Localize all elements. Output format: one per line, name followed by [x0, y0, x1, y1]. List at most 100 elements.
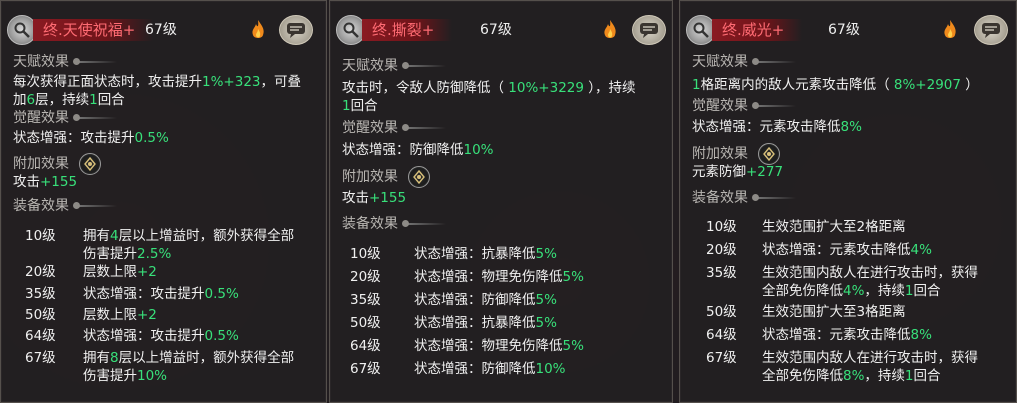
equip-effect: 状态增强：物理免伤降低5% — [414, 268, 584, 286]
skill-panel-3: 终.威光+ 67级 天赋效果 1格距离内的敌人元素攻击降低（ 8%+2907 ）… — [679, 0, 1017, 403]
skill-panel-2: 终.撕裂+ 67级 天赋效果 攻击时，令敌人防御降低（ 10%+3229 ），持… — [329, 0, 673, 403]
skill-level: 67级 — [145, 22, 177, 38]
text-segment: 加 — [13, 92, 27, 108]
text-segment: 攻击 — [342, 190, 369, 206]
text-segment: 生效范围内敌人在进行攻击时，获得 — [762, 265, 978, 281]
skill-panel-1: 终.天使祝福+ 67级 天赋效果 每次获得正面状态时，攻击提升1%+323，可叠… — [0, 0, 327, 403]
value-highlight: 1%+323 — [202, 74, 261, 90]
value-highlight: 0.5% — [134, 130, 169, 146]
equip-effect: 状态增强：攻击提升0.5% — [83, 327, 239, 345]
flame-icon — [604, 20, 616, 38]
equip-effect: 全部免伤降低8%，持续1回合 — [762, 367, 941, 385]
panel-header: 终.撕裂+ 67级 — [336, 9, 666, 49]
equip-effect: 生效范围内敌人在进行攻击时，获得 — [762, 264, 978, 282]
attribute-icon — [79, 153, 101, 175]
equip-effect: 层数上限+2 — [83, 263, 157, 281]
awaken-section-title: 觉醒效果 — [342, 119, 446, 137]
text-segment: 状态增强：物理免伤降低 — [414, 338, 563, 354]
value-highlight: +277 — [746, 164, 784, 180]
text-segment: 层数上限 — [83, 264, 137, 280]
text-segment: 格距离内的敌人元素攻击降低（ — [700, 77, 894, 93]
equip-effect: 全部免伤降低4%，持续1回合 — [762, 282, 941, 300]
equip-level: 10级 — [706, 219, 737, 235]
chat-icon[interactable] — [632, 15, 666, 45]
value-highlight: 8%+2907 — [893, 77, 961, 93]
extra-effect: 元素防御+277 — [692, 163, 783, 181]
equip-level: 35级 — [350, 292, 381, 308]
text-segment: 回合 — [350, 98, 378, 114]
skill-level: 67级 — [480, 22, 512, 38]
extra-section-title: 附加效果 — [13, 153, 101, 175]
equip-level: 64级 — [706, 327, 737, 343]
value-highlight: 1 — [342, 98, 351, 114]
skill-level: 67级 — [828, 22, 860, 38]
text-segment: 层数上限 — [83, 307, 137, 323]
value-highlight: 5% — [562, 338, 584, 354]
text-segment: 拥有 — [83, 350, 110, 366]
text-segment: 层，持续 — [35, 92, 90, 108]
text-segment: 状态增强：抗暴降低 — [414, 315, 536, 331]
equip-effect: 生效范围扩大至3格距离 — [762, 303, 906, 321]
skill-name: 终.威光+ — [712, 19, 803, 41]
equip-section-title: 装备效果 — [342, 215, 446, 233]
flame-icon — [944, 20, 956, 38]
equip-level: 20级 — [25, 264, 56, 280]
equip-effect: 拥有4层以上增益时，额外获得全部 — [83, 227, 294, 245]
panel-header: 终.天使祝福+ 67级 — [7, 9, 320, 49]
equip-effect: 生效范围扩大至2格距离 — [762, 218, 906, 236]
equip-effect: 状态增强：抗暴降低5% — [414, 245, 557, 263]
value-highlight: +2 — [137, 307, 157, 323]
value-highlight: 0.5% — [204, 286, 239, 302]
flame-icon — [252, 20, 264, 38]
chat-icon[interactable] — [974, 15, 1008, 45]
value-highlight: 1 — [904, 283, 914, 299]
value-highlight: +155 — [40, 174, 78, 190]
equip-effect: 状态增强：物理免伤降低5% — [414, 337, 584, 355]
value-highlight: 10% — [137, 368, 168, 384]
awaken-section-title: 觉醒效果 — [692, 97, 796, 115]
equip-effect: 状态增强：防御降低10% — [414, 360, 566, 378]
value-highlight: 2.5% — [137, 246, 172, 262]
text-segment: 状态增强：防御降低 — [414, 292, 536, 308]
text-segment: 状态增强：攻击提升 — [13, 130, 135, 146]
value-highlight: 5% — [535, 246, 557, 262]
equip-level: 50级 — [25, 307, 56, 323]
value-highlight: +2 — [137, 264, 157, 280]
talent-section-title: 天赋效果 — [13, 53, 117, 71]
value-highlight: 1 — [904, 368, 914, 384]
value-highlight: 10% — [463, 142, 494, 158]
value-highlight: 8% — [840, 119, 862, 135]
value-highlight: 6 — [26, 92, 36, 108]
extra-effect: 攻击+155 — [13, 173, 77, 191]
equip-level: 50级 — [350, 315, 381, 331]
equip-level: 50级 — [706, 304, 737, 320]
text-segment: 状态增强：元素攻击降低 — [762, 327, 911, 343]
attribute-icon — [408, 166, 430, 188]
attribute-icon — [758, 143, 780, 165]
text-segment: 元素防御 — [692, 164, 746, 180]
chat-icon[interactable] — [279, 15, 313, 45]
talent-line: 攻击时，令敌人防御降低（ 10%+3229 ），持续 — [342, 79, 636, 97]
equip-effect: 状态增强：防御降低5% — [414, 291, 557, 309]
text-segment: ，持续 — [864, 368, 905, 384]
awaken-effect: 状态增强：攻击提升0.5% — [13, 129, 169, 147]
value-highlight: 4% — [910, 242, 932, 258]
equip-effect: 状态增强：元素攻击降低8% — [762, 326, 932, 344]
text-segment: 层以上增益时，额外获得全部 — [118, 350, 295, 366]
value-highlight: 0.5% — [204, 328, 239, 344]
equip-level: 67级 — [350, 361, 381, 377]
text-segment: 回合 — [913, 283, 941, 299]
talent-section-title: 天赋效果 — [692, 53, 796, 71]
awaken-effect: 状态增强：元素攻击降低8% — [692, 118, 862, 136]
value-highlight: 5% — [535, 315, 557, 331]
text-segment: 拥有 — [83, 228, 110, 244]
text-segment: 状态增强：防御降低 — [342, 142, 464, 158]
equip-effect: 生效范围内敌人在进行攻击时，获得 — [762, 349, 978, 367]
text-segment: ），持续 — [583, 80, 636, 96]
value-highlight: 1 — [89, 92, 98, 108]
text-segment: 攻击 — [13, 174, 40, 190]
text-segment: 状态增强：抗暴降低 — [414, 246, 536, 262]
equip-effect: 状态增强：抗暴降低5% — [414, 314, 557, 332]
text-segment: 状态增强：元素攻击降低 — [692, 119, 841, 135]
awaken-section-title: 觉醒效果 — [13, 109, 117, 127]
